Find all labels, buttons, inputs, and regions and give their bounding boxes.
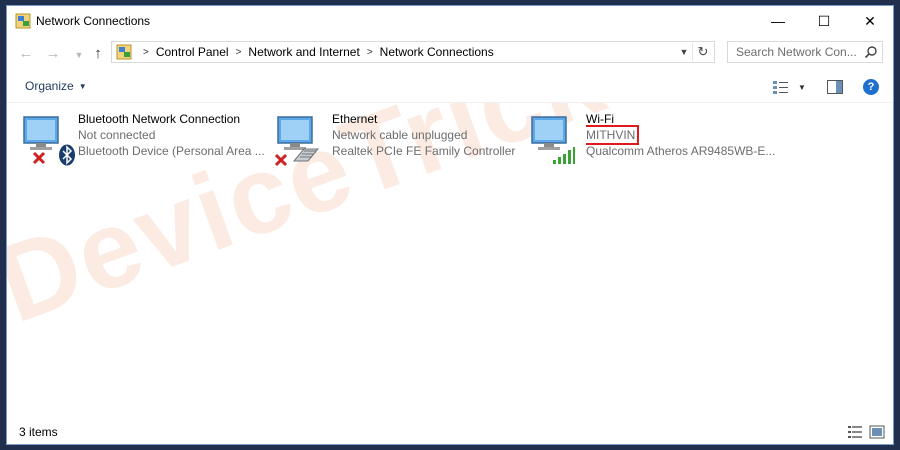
- connections-list: DeviceTricks Bluetooth Network Connectio…: [7, 103, 893, 421]
- breadcrumb-network-connections[interactable]: Network Connections: [380, 45, 494, 59]
- item-count: 3 items: [19, 425, 58, 439]
- search-box[interactable]: [727, 41, 883, 63]
- connection-device: Bluetooth Device (Personal Area ...: [78, 144, 265, 158]
- connection-device: Qualcomm Atheros AR9485WB-E...: [586, 144, 776, 158]
- list-item-ethernet-connection[interactable]: Ethernet Network cable unplugged Realtek…: [274, 111, 524, 167]
- search-input[interactable]: [728, 42, 862, 62]
- forward-arrow-icon[interactable]: →: [42, 43, 64, 63]
- connection-text: Wi-Fi MITHVIN Qualcomm Atheros AR9485WB-…: [586, 111, 778, 159]
- close-button[interactable]: ✕: [847, 6, 893, 36]
- change-view-button[interactable]: ▼: [769, 77, 809, 97]
- chevron-down-icon: ▼: [78, 81, 87, 91]
- window-title: Network Connections: [36, 14, 151, 28]
- help-button[interactable]: ?: [861, 77, 881, 97]
- command-bar: Organize ▼ ▼ ?: [7, 72, 893, 103]
- navigation-bar: ← → ▼ ↑ > Control Panel > Network and In…: [7, 40, 893, 66]
- network-cable-icon: [292, 148, 320, 162]
- maximize-button[interactable]: ☐: [801, 6, 847, 36]
- preview-pane-button[interactable]: [825, 77, 845, 97]
- control-panel-icon: [116, 44, 132, 60]
- bluetooth-icon: [59, 144, 75, 166]
- connection-icon: [274, 113, 326, 167]
- connection-name: Ethernet: [332, 112, 378, 126]
- refresh-icon[interactable]: ↻: [692, 43, 713, 61]
- search-icon[interactable]: [864, 45, 878, 59]
- wifi-signal-icon: [553, 147, 575, 164]
- minimize-button[interactable]: —: [755, 6, 801, 36]
- breadcrumb-network-and-internet[interactable]: Network and Internet: [248, 45, 359, 59]
- address-dropdown-icon[interactable]: ▼: [676, 43, 692, 61]
- help-icon: ?: [863, 79, 879, 95]
- up-arrow-icon[interactable]: ↑: [87, 43, 109, 63]
- connection-name: Wi-Fi: [586, 112, 614, 126]
- chevron-down-icon: ▼: [798, 82, 806, 92]
- connection-name: Bluetooth Network Connection: [78, 112, 241, 126]
- large-icons-view-icon[interactable]: [869, 424, 885, 440]
- preview-pane-icon: [827, 80, 843, 94]
- address-bar[interactable]: > Control Panel > Network and Internet >…: [111, 41, 715, 63]
- breadcrumb-control-panel[interactable]: Control Panel: [156, 45, 229, 59]
- connection-icon: [20, 113, 75, 166]
- red-x-icon: [32, 151, 46, 165]
- details-view-icon[interactable]: [847, 424, 863, 440]
- breadcrumb-separator-icon[interactable]: >: [367, 47, 373, 58]
- red-x-icon: [274, 153, 288, 167]
- connection-icon: [528, 113, 580, 165]
- list-item-bluetooth-connection[interactable]: Bluetooth Network Connection Not connect…: [20, 111, 270, 167]
- breadcrumb-separator-icon[interactable]: >: [236, 47, 242, 58]
- connection-text: Ethernet Network cable unplugged Realtek…: [332, 111, 524, 159]
- network-connections-icon: [15, 13, 31, 29]
- title-bar: Network Connections — ☐ ✕: [7, 6, 893, 36]
- connection-status: Not connected: [78, 128, 156, 142]
- view-options-icon: [773, 81, 789, 94]
- organize-label: Organize: [25, 79, 74, 93]
- breadcrumb: > Control Panel > Network and Internet >…: [136, 45, 494, 59]
- breadcrumb-separator-icon: >: [143, 46, 149, 58]
- organize-button[interactable]: Organize ▼: [25, 79, 87, 93]
- connection-text: Bluetooth Network Connection Not connect…: [78, 111, 270, 159]
- back-arrow-icon[interactable]: ←: [15, 43, 37, 63]
- connection-status: Network cable unplugged: [332, 128, 468, 142]
- connection-status-ssid: MITHVIN: [586, 125, 640, 145]
- list-item-wifi-connection[interactable]: Wi-Fi MITHVIN Qualcomm Atheros AR9485WB-…: [528, 111, 778, 167]
- explorer-window: Network Connections — ☐ ✕ ← → ▼ ↑ > Cont…: [6, 5, 894, 445]
- status-bar: 3 items: [7, 420, 893, 444]
- connection-device: Realtek PCIe FE Family Controller: [332, 144, 516, 158]
